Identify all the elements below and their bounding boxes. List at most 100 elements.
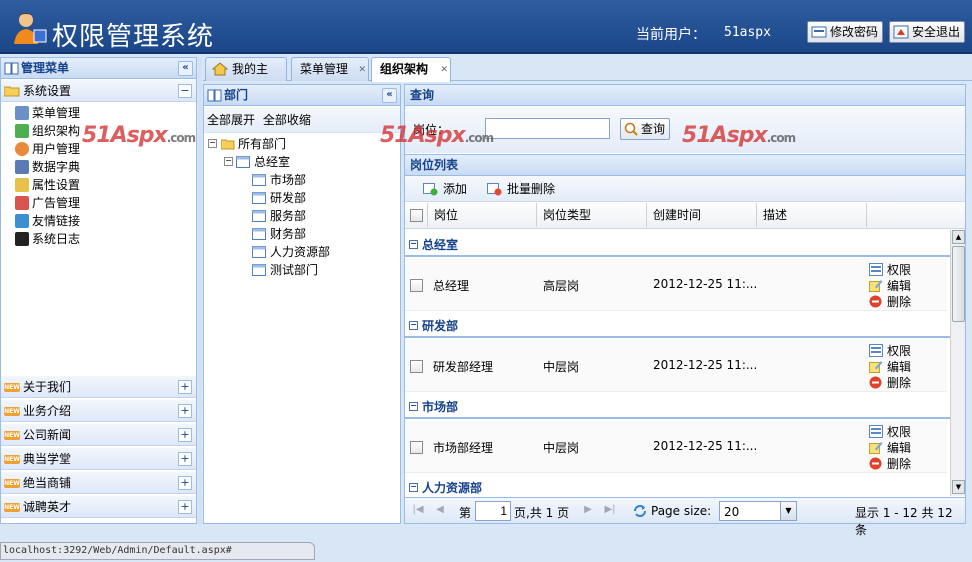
query-button[interactable]: 查询: [620, 118, 671, 140]
chevron-down-icon[interactable]: ▼: [780, 502, 796, 520]
tree-node-child[interactable]: 测试部门: [252, 261, 318, 279]
delete-icon: [869, 376, 882, 389]
tree-node-label: 人力资源部: [270, 245, 331, 259]
group-collapse-icon[interactable]: −: [409, 240, 418, 249]
expand-toggle[interactable]: +: [178, 500, 192, 514]
tab-org[interactable]: 组织架构 ✕: [371, 57, 451, 82]
row-checkbox[interactable]: [410, 360, 423, 373]
tree-node-child[interactable]: 财务部: [252, 225, 306, 243]
group-collapse-icon[interactable]: −: [409, 321, 418, 330]
column-header-type[interactable]: 岗位类型: [537, 203, 647, 227]
tab-home[interactable]: 我的主页: [205, 57, 287, 98]
page-number-input[interactable]: [475, 501, 511, 521]
group-collapse-icon[interactable]: −: [409, 402, 418, 411]
sidebar-section-about[interactable]: NEW 关于我们 +: [1, 376, 196, 398]
cell-position: 市场部经理: [433, 441, 494, 455]
tree-node-all-departments[interactable]: − 所有部门: [208, 135, 286, 153]
sidebar-section-shop[interactable]: NEW 绝当商铺 +: [1, 472, 196, 494]
sidebar-item-dictionary[interactable]: 数据字典: [15, 158, 80, 176]
add-button[interactable]: 添加: [423, 179, 467, 199]
prev-page-icon[interactable]: ◀: [433, 503, 447, 517]
sidebar-item-users[interactable]: 用户管理: [15, 140, 80, 158]
delete-action[interactable]: 删除: [869, 375, 911, 391]
delete-action[interactable]: 删除: [869, 294, 911, 310]
sidebar-section-jobs[interactable]: NEW 诚聘英才 +: [1, 496, 196, 518]
column-header-position[interactable]: 岗位: [427, 203, 537, 227]
table-row[interactable]: 总经理 高层岗 2012-12-25 11:... 权限 编辑 删除: [405, 259, 947, 311]
section-collapse-toggle[interactable]: −: [178, 84, 192, 98]
department-collapse-button[interactable]: «: [382, 88, 397, 103]
sidebar-item-logs[interactable]: 系统日志: [15, 230, 80, 248]
sidebar-section-business[interactable]: NEW 业务介绍 +: [1, 400, 196, 422]
tree-node-label: 总经室: [254, 155, 291, 169]
position-search-input[interactable]: [485, 118, 610, 139]
row-checkbox[interactable]: [410, 279, 423, 292]
department-toolbar: 全部展开 全部收缩: [204, 107, 400, 133]
app-title: 权限管理系统: [52, 22, 215, 52]
collapse-all-link[interactable]: 全部收缩: [263, 113, 311, 127]
group-header-market[interactable]: − 市场部: [405, 395, 950, 419]
expand-toggle[interactable]: +: [178, 380, 192, 394]
edit-action[interactable]: 编辑: [869, 278, 911, 294]
permission-action[interactable]: 权限: [869, 262, 911, 278]
delete-action[interactable]: 删除: [869, 456, 911, 472]
batch-delete-icon: [487, 183, 502, 196]
sidebar-item-links[interactable]: 友情链接: [15, 212, 80, 230]
sidebar-collapse-button[interactable]: «: [178, 61, 193, 76]
sidebar-item-org[interactable]: 组织架构: [15, 122, 80, 140]
grid-header: 岗位 岗位类型 创建时间 描述: [405, 203, 965, 229]
table-row[interactable]: 市场部经理 中层岗 2012-12-25 11:... 权限 编辑 删除: [405, 421, 947, 473]
grid-scrollbar[interactable]: ▲ ▼: [950, 230, 965, 496]
page-size-select[interactable]: 20 ▼: [719, 501, 797, 521]
logout-button[interactable]: 安全退出: [889, 21, 966, 43]
tree-node-child[interactable]: 研发部: [252, 189, 306, 207]
link-icon: [15, 214, 29, 228]
permission-action[interactable]: 权限: [869, 424, 911, 440]
refresh-icon[interactable]: [632, 503, 648, 519]
sidebar-item-menu-manage[interactable]: 菜单管理: [15, 104, 80, 122]
tab-menu-manage[interactable]: 菜单管理 ✕: [291, 57, 369, 81]
select-all-checkbox[interactable]: [410, 209, 423, 222]
group-header-hr[interactable]: − 人力资源部: [405, 476, 950, 496]
expand-all-link[interactable]: 全部展开: [207, 113, 255, 127]
expand-toggle[interactable]: +: [178, 404, 192, 418]
edit-action[interactable]: 编辑: [869, 359, 911, 375]
change-password-button[interactable]: 修改密码: [807, 21, 884, 43]
sidebar-item-properties[interactable]: 属性设置: [15, 176, 80, 194]
tree-collapse-icon[interactable]: −: [208, 139, 217, 148]
scroll-down-icon[interactable]: ▼: [952, 480, 965, 494]
sidebar-item-ads[interactable]: 广告管理: [15, 194, 80, 212]
row-checkbox[interactable]: [410, 441, 423, 454]
tree-node-general-office[interactable]: − 总经室: [224, 153, 290, 171]
column-header-created[interactable]: 创建时间: [647, 203, 757, 227]
close-icon[interactable]: ✕: [440, 59, 448, 81]
edit-icon: [869, 280, 883, 292]
tree-node-child[interactable]: 市场部: [252, 171, 306, 189]
sidebar-section-news[interactable]: NEW 公司新闻 +: [1, 424, 196, 446]
table-row[interactable]: 研发部经理 中层岗 2012-12-25 11:... 权限 编辑 删除: [405, 340, 947, 392]
group-header-general-office[interactable]: − 总经室: [405, 233, 950, 257]
column-header-description[interactable]: 描述: [757, 203, 867, 227]
scroll-thumb[interactable]: [952, 246, 965, 322]
expand-toggle[interactable]: +: [178, 476, 192, 490]
expand-toggle[interactable]: +: [178, 428, 192, 442]
expand-toggle[interactable]: +: [178, 452, 192, 466]
permission-action[interactable]: 权限: [869, 343, 911, 359]
edit-action[interactable]: 编辑: [869, 440, 911, 456]
tree-collapse-icon[interactable]: −: [224, 157, 233, 166]
tree-node-child[interactable]: 服务部: [252, 207, 306, 225]
close-icon[interactable]: ✕: [358, 59, 366, 81]
sidebar-section-system-settings[interactable]: 系统设置 −: [1, 80, 196, 102]
scroll-up-icon[interactable]: ▲: [952, 230, 965, 244]
last-page-icon[interactable]: ▶|: [603, 503, 617, 517]
page-size-value: 20: [724, 505, 740, 519]
folder-open-icon: [221, 139, 235, 150]
batch-delete-button[interactable]: 批量删除: [487, 179, 555, 199]
next-page-icon[interactable]: ▶: [581, 503, 595, 517]
group-header-rd[interactable]: − 研发部: [405, 314, 950, 338]
sidebar-section-school[interactable]: NEW 典当学堂 +: [1, 448, 196, 470]
group-collapse-icon[interactable]: −: [409, 483, 418, 492]
first-page-icon[interactable]: |◀: [411, 503, 425, 517]
tree-node-child[interactable]: 人力资源部: [252, 243, 330, 261]
sidebar-splitter[interactable]: [198, 57, 202, 524]
